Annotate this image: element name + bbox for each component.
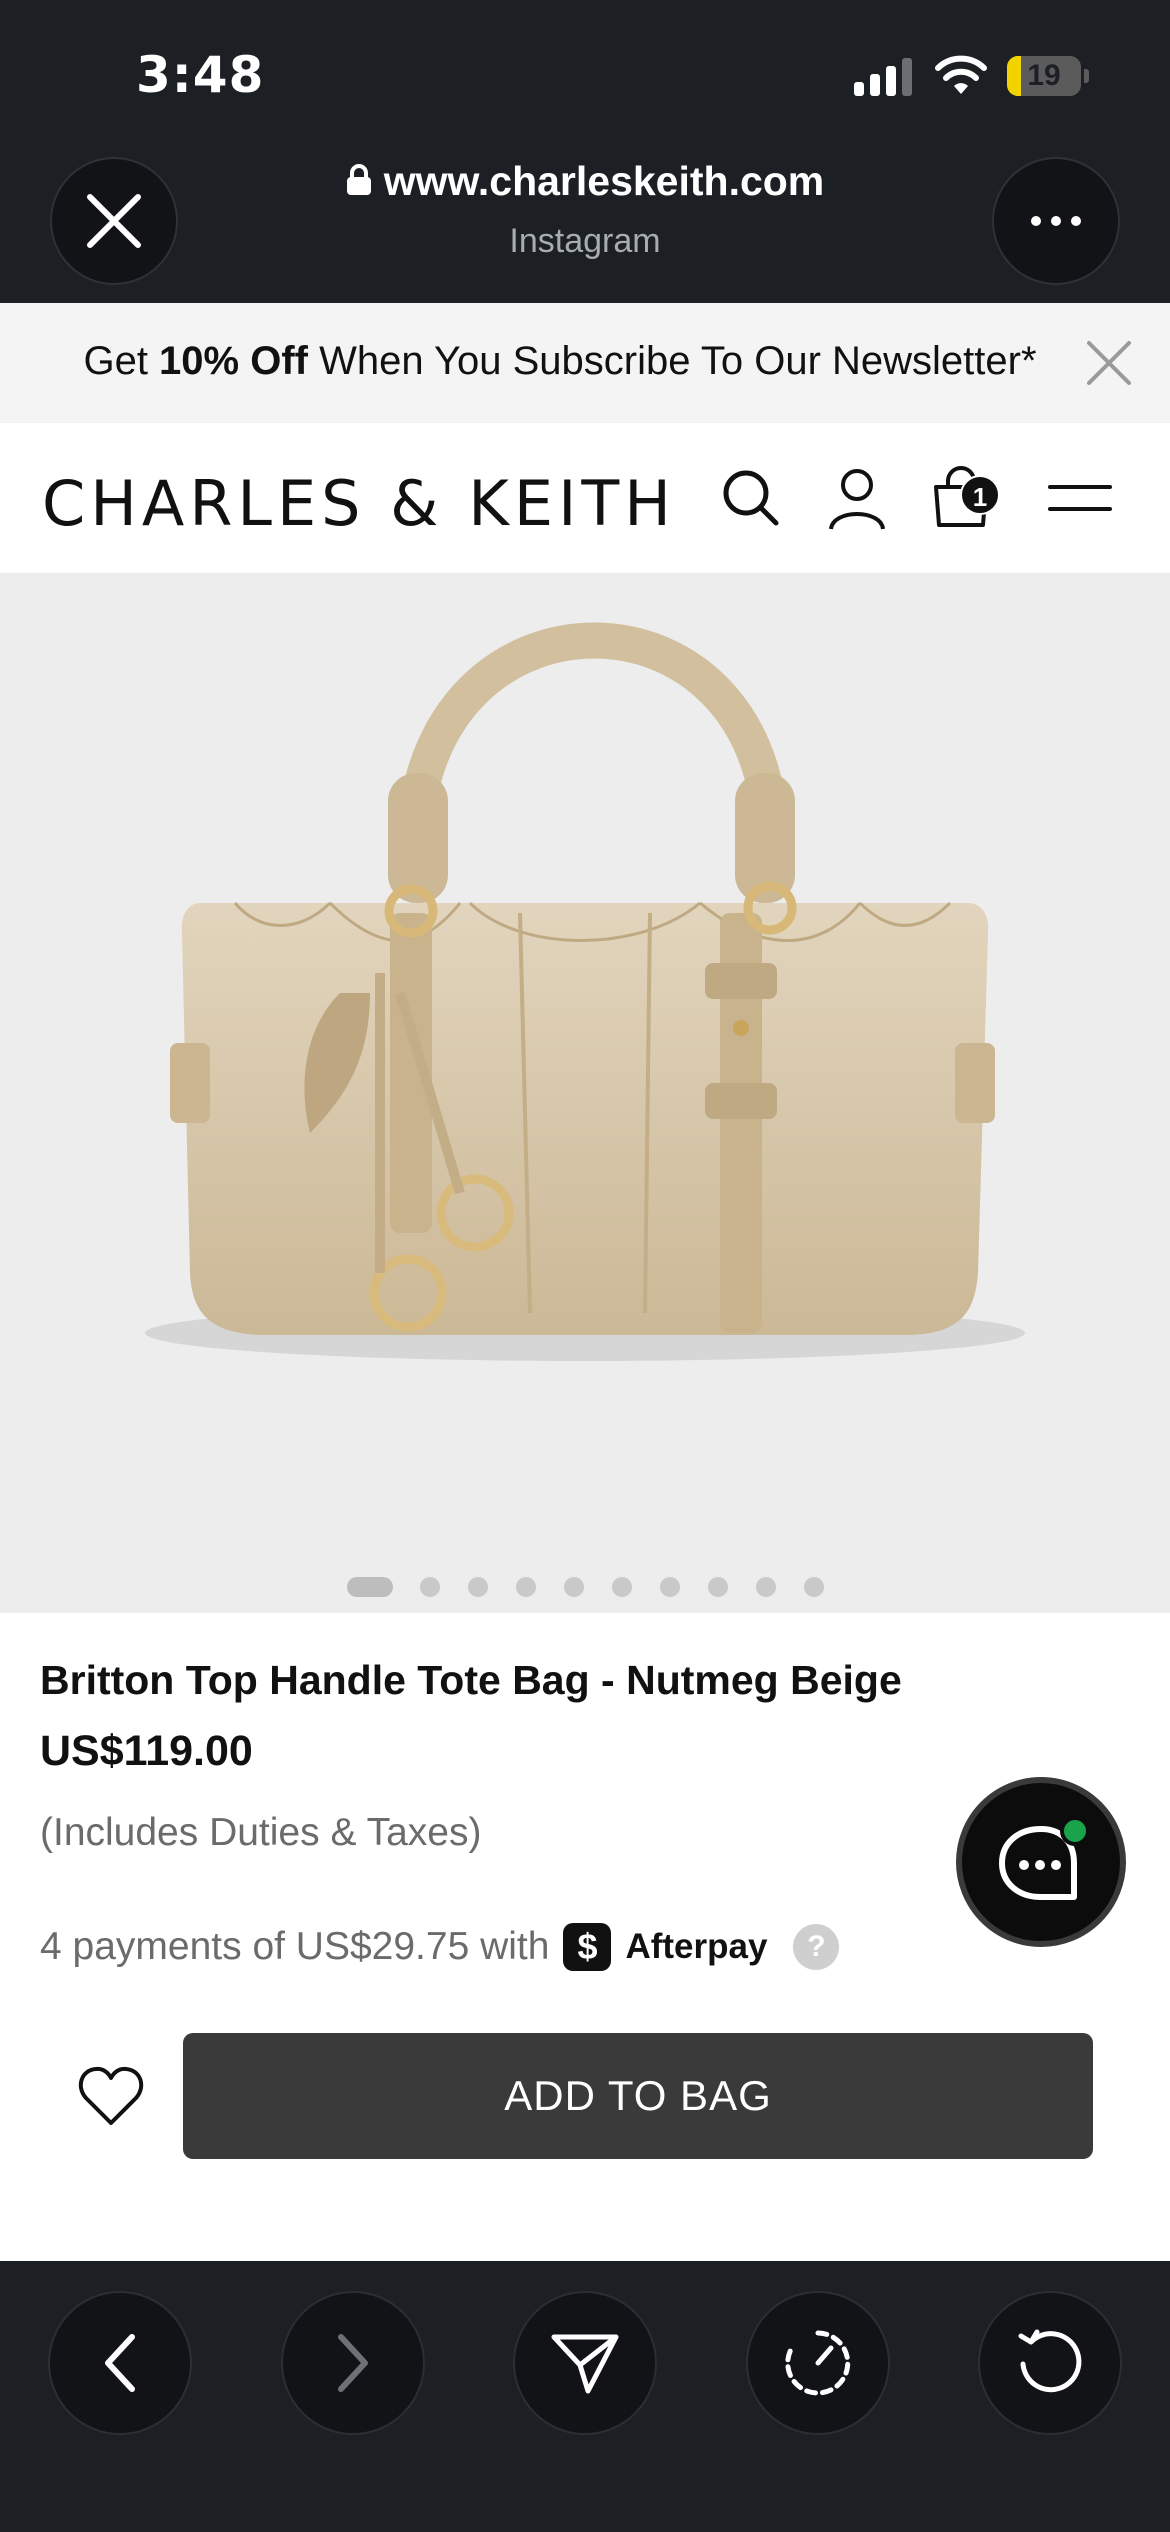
gallery-dot[interactable] (347, 1577, 393, 1597)
browser-toolbar (0, 2261, 1170, 2532)
afterpay-logo-icon: $ (563, 1923, 612, 1971)
brand-logo[interactable]: CHARLES & KEITH (42, 467, 676, 540)
duties-note: (Includes Duties & Taxes) (40, 1811, 482, 1854)
search-icon[interactable] (716, 463, 786, 533)
product-image-gallery[interactable] (0, 573, 1170, 1613)
afterpay-name: Afterpay (625, 1927, 768, 1966)
product-image (145, 622, 1025, 1361)
user-icon[interactable] (822, 463, 892, 533)
chevron-left-icon (105, 2334, 135, 2392)
wifi-icon (935, 55, 987, 94)
close-banner-icon[interactable] (1086, 340, 1132, 386)
newsletter-banner-text: Get 10% Off When You Subscribe To Our Ne… (83, 339, 1037, 383)
more-options-button[interactable] (992, 157, 1120, 285)
reload-button[interactable] (978, 2291, 1122, 2435)
cart-count-badge: 1 (960, 475, 1000, 515)
gallery-dot[interactable] (756, 1577, 776, 1597)
discount-highlight: 10% Off (159, 339, 308, 383)
hamburger-menu-icon[interactable] (1046, 463, 1116, 533)
product-title: Britton Top Handle Tote Bag - Nutmeg Bei… (40, 1657, 902, 1703)
reload-icon (1018, 2329, 1082, 2393)
url-text: www.charleskeith.com (383, 158, 825, 204)
gallery-pagination (0, 1577, 1170, 1601)
more-icon (1031, 216, 1081, 226)
forward-button[interactable] (281, 2291, 425, 2435)
source-app-label: Instagram (509, 222, 661, 260)
gallery-dot[interactable] (660, 1577, 680, 1597)
status-time: 3:48 (136, 46, 265, 104)
browser-chrome: 3:48 19 www.charleskeith.com Instagram (0, 0, 1170, 303)
share-button[interactable] (513, 2291, 657, 2435)
installments-text: 4 payments of US$29.75 with (40, 1925, 550, 1968)
web-page: Get 10% Off When You Subscribe To Our Ne… (0, 303, 1170, 2261)
close-browser-button[interactable] (50, 157, 178, 285)
heart-icon[interactable] (78, 2065, 144, 2127)
battery-indicator: 19 (1007, 56, 1089, 96)
afterpay-help-icon[interactable]: ? (793, 1924, 840, 1970)
close-icon (87, 194, 141, 248)
gallery-dot[interactable] (708, 1577, 728, 1597)
product-price: US$119.00 (40, 1727, 253, 1775)
lock-icon (346, 164, 371, 196)
gallery-dot[interactable] (564, 1577, 584, 1597)
gallery-dot[interactable] (468, 1577, 488, 1597)
add-to-bag-button[interactable]: ADD TO BAG (183, 2033, 1093, 2159)
gauge-icon (785, 2330, 851, 2396)
chat-button[interactable] (956, 1777, 1126, 1947)
battery-percent: 19 (1027, 59, 1061, 92)
send-icon (551, 2334, 619, 2394)
signal-icon (854, 58, 914, 96)
speed-button[interactable] (746, 2291, 890, 2435)
back-button[interactable] (48, 2291, 192, 2435)
gallery-dot[interactable] (516, 1577, 536, 1597)
newsletter-banner[interactable]: Get 10% Off When You Subscribe To Our Ne… (0, 303, 1170, 423)
chevron-right-icon (338, 2334, 368, 2392)
afterpay-installments: 4 payments of US$29.75 with $ Afterpay ? (40, 1923, 840, 1971)
gallery-dot[interactable] (804, 1577, 824, 1597)
gallery-dot[interactable] (420, 1577, 440, 1597)
chat-icon (999, 1816, 1090, 1900)
gallery-dot[interactable] (612, 1577, 632, 1597)
address-bar[interactable]: www.charleskeith.com (300, 158, 870, 205)
